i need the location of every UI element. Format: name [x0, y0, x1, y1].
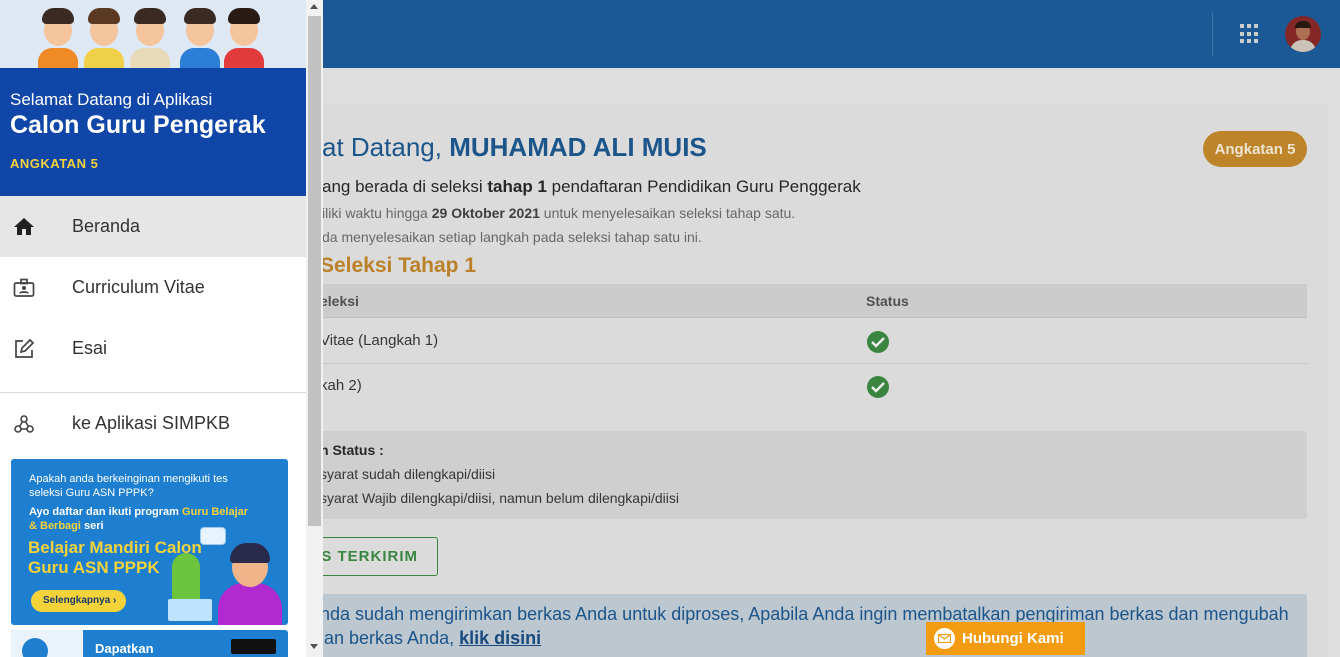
nav-label: Esai	[72, 338, 108, 358]
welcome-text: Selamat Datang di Aplikasi	[10, 90, 213, 109]
google-play-badge	[231, 639, 276, 654]
webhook-icon	[12, 412, 36, 436]
nav-item-curriculum-vitae[interactable]: Curriculum Vitae	[0, 257, 306, 318]
edit-icon	[12, 337, 36, 361]
drawer-header: Selamat Datang di Aplikasi Calon Guru Pe…	[0, 68, 306, 196]
home-icon	[12, 215, 36, 239]
app-banner-label: Dapatkan	[95, 641, 154, 656]
batch-label: ANGKATAN 5	[10, 156, 99, 171]
pppk-promo-banner[interactable]: Apakah anda berkeinginan mengikuti tes s…	[11, 459, 288, 625]
scroll-up-arrow-icon[interactable]	[310, 4, 318, 9]
nav-label: Curriculum Vitae	[72, 277, 205, 297]
ministry-logo	[22, 638, 48, 657]
app-download-banner[interactable]: Dapatkan	[11, 630, 288, 657]
nav-label: ke Aplikasi SIMPKB	[72, 413, 231, 433]
nav-item-beranda[interactable]: Beranda	[0, 196, 306, 257]
id-badge-icon	[12, 276, 36, 300]
promo-more-button[interactable]: Selengkapnya ›	[31, 590, 126, 612]
mail-icon	[934, 628, 955, 649]
navigation-drawer: Selamat Datang di Aplikasi Calon Guru Pe…	[0, 0, 306, 657]
nav-item-esai[interactable]: Esai	[0, 318, 306, 379]
nav-label: Beranda	[72, 216, 141, 236]
drawer-scrollbar[interactable]	[306, 0, 323, 657]
teachers-illustration	[0, 0, 306, 68]
scroll-down-arrow-icon[interactable]	[310, 644, 318, 649]
contact-button-label: Hubungi Kami	[962, 630, 1064, 647]
contact-button[interactable]: Hubungi Kami	[926, 622, 1085, 655]
nav-item-simpkb[interactable]: ke Aplikasi SIMPKB	[0, 393, 306, 454]
promo-question: Apakah anda berkeinginan mengikuti tes s…	[29, 473, 228, 499]
app-title: Calon Guru Pengerak	[10, 111, 266, 139]
learning-illustration	[166, 527, 288, 625]
scrollbar-thumb[interactable]	[308, 16, 321, 526]
